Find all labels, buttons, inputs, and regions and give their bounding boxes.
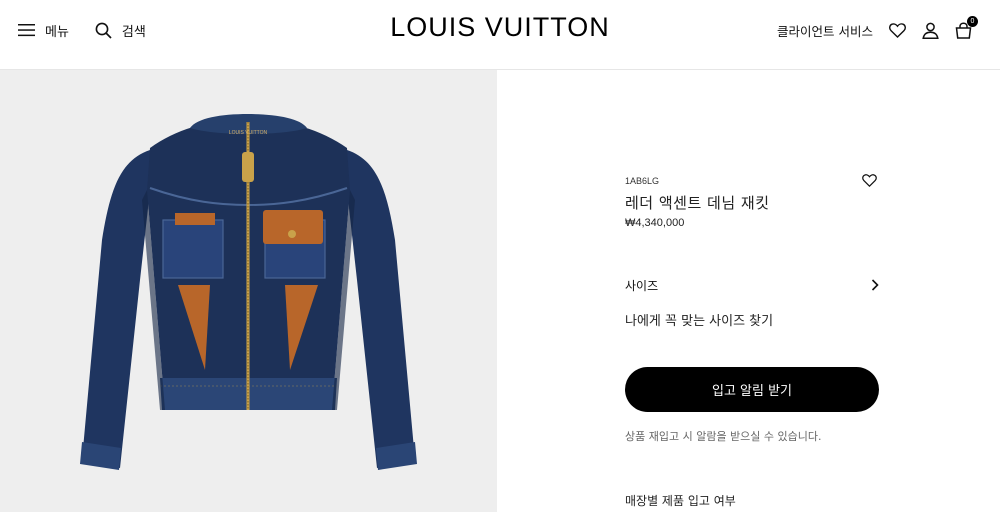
neck-label: LOUIS VUITTON bbox=[229, 130, 268, 136]
restock-note: 상품 재입고 시 알람을 받으실 수 있습니다. bbox=[625, 430, 822, 443]
shopping-bag-button[interactable]: 0 bbox=[955, 15, 978, 39]
restock-notify-button[interactable]: 입고 알림 받기 bbox=[625, 367, 879, 412]
product-sku: 1AB6LG bbox=[625, 176, 660, 186]
account-icon[interactable] bbox=[922, 22, 939, 39]
client-services-link[interactable]: 클라이언트 서비스 bbox=[777, 21, 873, 40]
cart-count-badge: 0 bbox=[967, 15, 978, 27]
wishlist-heart-icon[interactable] bbox=[889, 22, 906, 38]
product-image-panel[interactable]: LOUIS VUITTON bbox=[0, 70, 497, 512]
size-selector[interactable]: 사이즈 bbox=[625, 275, 879, 295]
site-header: 메뉴 검색 LOUIS VUITTON 클라이언트 서비스 0 bbox=[0, 0, 1000, 70]
add-to-wishlist-heart-icon[interactable] bbox=[862, 174, 877, 187]
product-image-denim-jacket: LOUIS VUITTON bbox=[80, 114, 417, 470]
chevron-right-icon bbox=[871, 279, 879, 291]
header-right: 클라이언트 서비스 0 bbox=[777, 0, 978, 60]
product-price: ₩4,340,000 bbox=[625, 217, 685, 229]
size-label: 사이즈 bbox=[625, 278, 659, 293]
product-name: 레더 액센트 데님 재킷 bbox=[625, 194, 770, 212]
store-stock-link[interactable]: 매장별 제품 입고 여부 bbox=[625, 492, 736, 509]
size-guide-link[interactable]: 나에게 꼭 맞는 사이즈 찾기 bbox=[625, 310, 773, 329]
